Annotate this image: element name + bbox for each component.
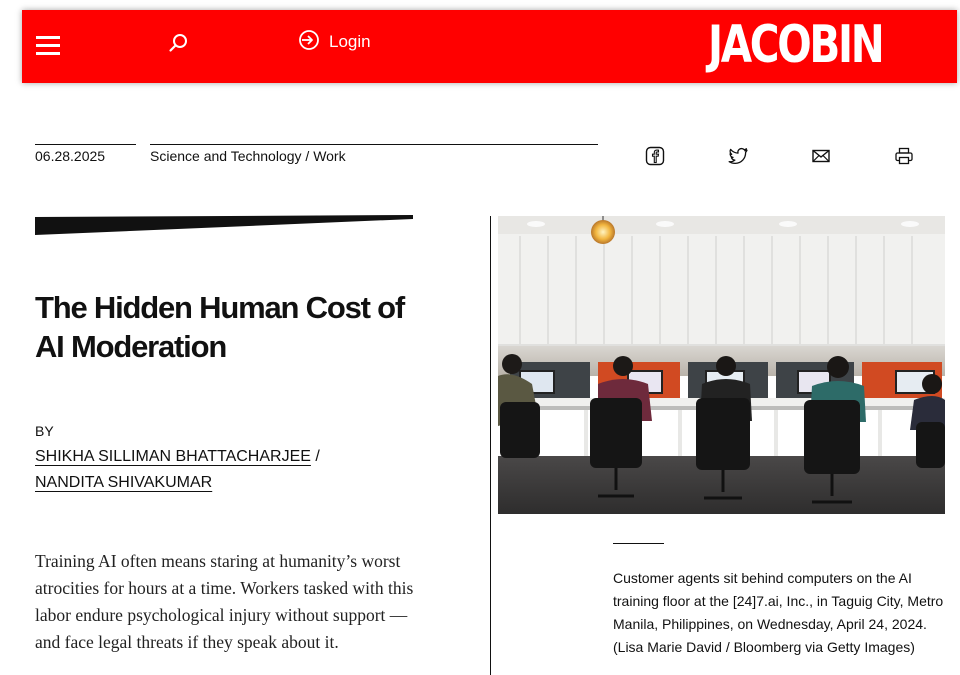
login-label: Login	[329, 32, 371, 51]
article-dek: Training AI often means staring at human…	[35, 551, 414, 652]
photo-caption: Customer agents sit behind computers on …	[613, 570, 944, 655]
site-logo[interactable]: JACOBIN	[708, 16, 885, 74]
date-rule	[35, 144, 136, 145]
byline-prefix: BY	[35, 423, 54, 439]
email-icon[interactable]	[810, 145, 832, 167]
search-icon[interactable]	[167, 31, 191, 55]
author-link[interactable]: NANDITA SHIVAKUMAR	[35, 474, 212, 491]
site-header: Login JACOBIN	[22, 10, 957, 83]
author-link[interactable]: SHIKHA SILLIMAN BHATTACHARJEE	[35, 448, 311, 465]
twitter-icon[interactable]	[727, 145, 749, 167]
category-links[interactable]: Science and Technology / Work	[150, 148, 346, 164]
decorative-wedge	[35, 215, 413, 235]
login-icon	[298, 29, 320, 56]
menu-icon[interactable]	[36, 36, 60, 56]
category-rule	[150, 144, 598, 145]
caption-rule	[613, 543, 664, 544]
article-photo	[498, 216, 945, 514]
publish-date: 06.28.2025	[35, 148, 106, 164]
author-separator: /	[310, 448, 320, 465]
login-button[interactable]: Login	[298, 29, 371, 55]
column-divider	[490, 216, 491, 675]
facebook-icon[interactable]	[644, 145, 666, 167]
print-icon[interactable]	[893, 145, 915, 167]
article-title: The Hidden Human Cost of AI Moderation	[35, 290, 405, 364]
byline-authors: SHIKHA SILLIMAN BHATTACHARJEE / NANDITA …	[35, 444, 395, 496]
